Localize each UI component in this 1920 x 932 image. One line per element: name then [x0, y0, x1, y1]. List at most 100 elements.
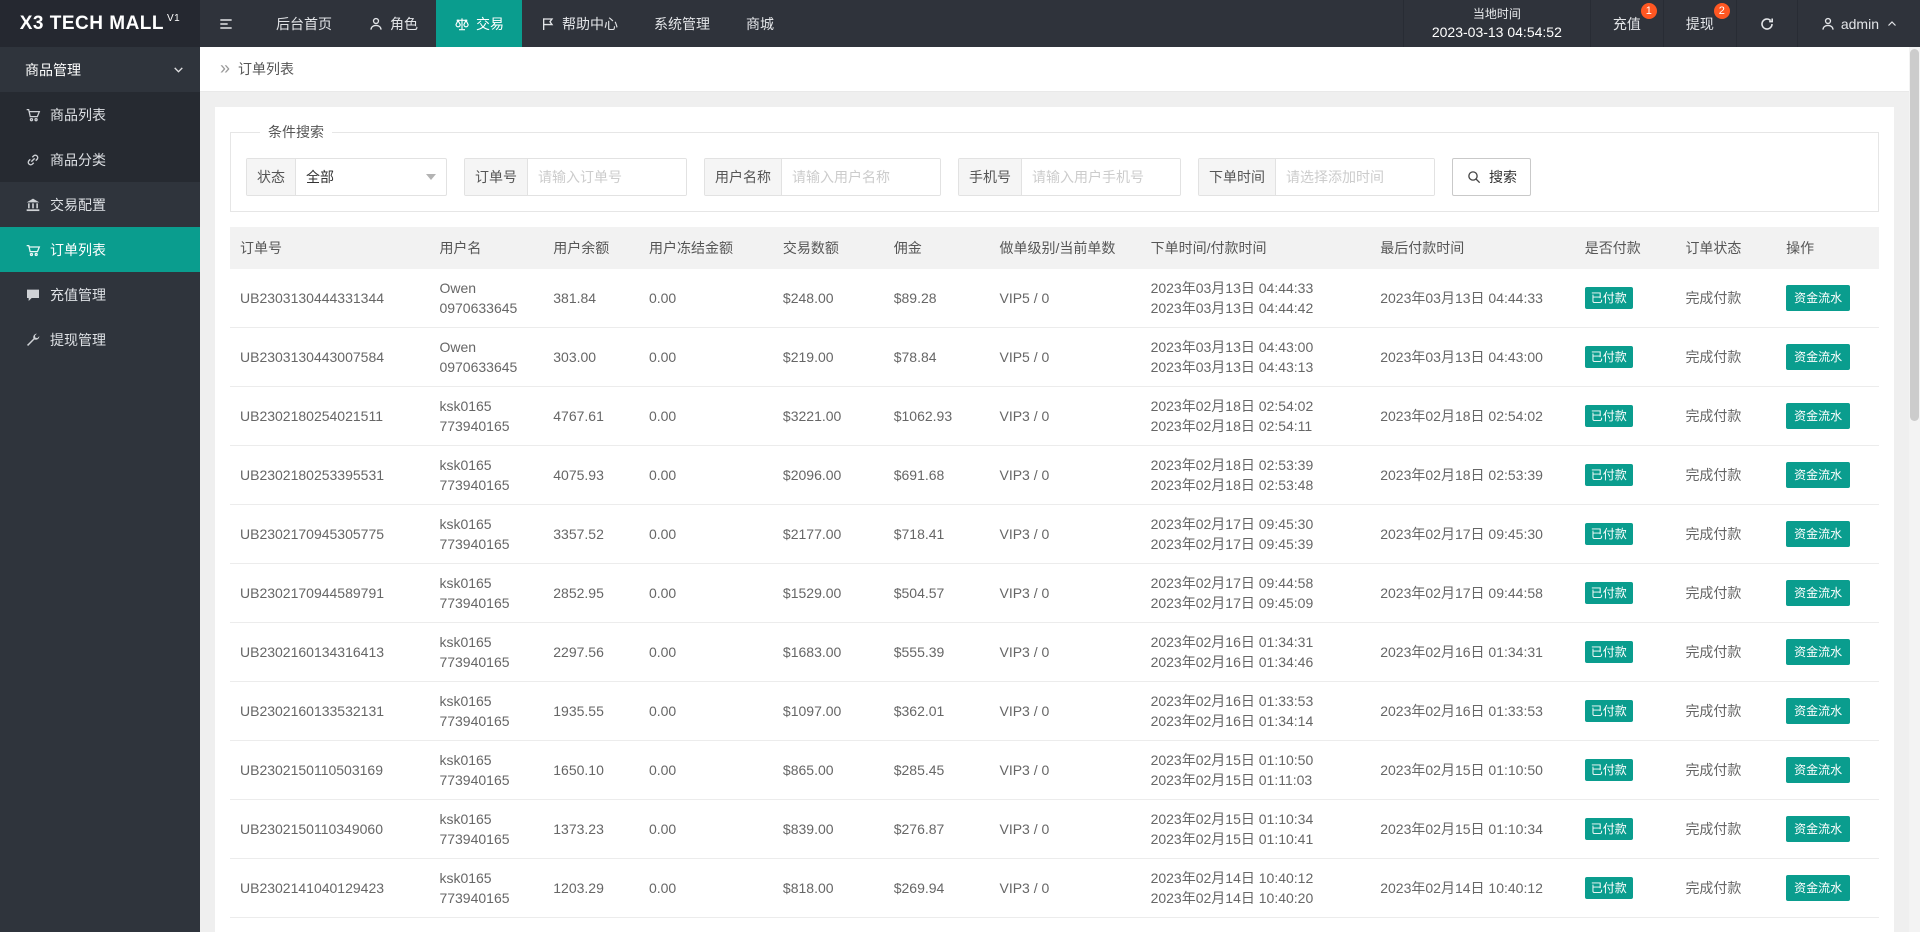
user-name: ksk0165: [439, 634, 492, 650]
order-no-input[interactable]: [528, 159, 686, 195]
sidebar-item-order-list[interactable]: 订单列表: [0, 227, 200, 272]
order-time-filter-group: 下单时间: [1198, 158, 1435, 196]
nav-item-home[interactable]: 后台首页: [258, 0, 350, 47]
cell-status: 完成付款: [1675, 386, 1777, 446]
cell-status: 完成付款: [1675, 445, 1777, 505]
cell-commission: $78.84: [883, 327, 990, 387]
cell-status: 完成付款: [1675, 504, 1777, 564]
col-order-time: 下单时间/付款时间: [1140, 227, 1371, 269]
phone-input[interactable]: [1022, 159, 1180, 195]
collapse-sidebar-button[interactable]: [200, 0, 258, 47]
flag-icon: [540, 16, 556, 32]
main-nav: 后台首页 角色 交易 帮助中心 系统管理 商城: [200, 0, 792, 47]
nav-item-trade[interactable]: 交易: [436, 0, 522, 47]
sidebar-group-goods[interactable]: 商品管理: [0, 47, 200, 92]
cell-level: VIP3 / 0: [989, 681, 1141, 741]
cell-balance: 1650.10: [543, 740, 639, 800]
refresh-icon: [1759, 16, 1775, 32]
nav-item-help-center[interactable]: 帮助中心: [522, 0, 636, 47]
order-time-input[interactable]: [1276, 159, 1434, 195]
cell-level: VIP3 / 0: [989, 504, 1141, 564]
cell-action: 资金流水: [1776, 799, 1879, 859]
cell-balance: 381.84: [543, 269, 639, 328]
col-frozen: 用户冻结金额: [638, 227, 773, 269]
user-name: ksk0165: [439, 811, 492, 827]
cell-order-no: UB2303130443007584: [230, 327, 430, 387]
pay-time: 2023年02月17日 09:45:39: [1150, 536, 1314, 552]
sidebar-item-label: 商品分类: [50, 151, 106, 168]
cell-amount: $839.00: [772, 799, 884, 859]
sidebar-item-trade-config[interactable]: 交易配置: [0, 182, 200, 227]
cell-last-pay-time: 2023年02月15日 01:10:50: [1370, 740, 1575, 800]
refresh-button[interactable]: [1735, 0, 1797, 47]
sidebar-item-goods-category[interactable]: 商品分类: [0, 137, 200, 182]
fund-flow-button[interactable]: 资金流水: [1786, 816, 1851, 842]
fund-flow-button[interactable]: 资金流水: [1786, 521, 1851, 547]
sidebar-item-recharge-manage[interactable]: 充值管理: [0, 272, 200, 317]
sidebar-item-label: 订单列表: [50, 241, 106, 258]
col-user-name: 用户名: [429, 227, 544, 269]
fund-flow-button[interactable]: 资金流水: [1786, 875, 1851, 901]
nav-item-system[interactable]: 系统管理: [636, 0, 728, 47]
cell-frozen: 0.00: [638, 563, 773, 623]
cell-last-pay-time: 2023年02月17日 09:44:58: [1370, 563, 1575, 623]
order-time: 2023年02月18日 02:54:02: [1150, 398, 1314, 414]
status-select[interactable]: 全部: [296, 159, 446, 195]
table-row: UB2302150110503169 ksk0165 773940165 165…: [230, 740, 1879, 800]
nav-label: 商城: [746, 15, 774, 32]
user-name: ksk0165: [439, 457, 492, 473]
fund-flow-button[interactable]: 资金流水: [1786, 698, 1851, 724]
cell-level: VIP3 / 0: [989, 563, 1141, 623]
cell-paid: 已付款: [1574, 269, 1676, 328]
recharge-badge: 1: [1640, 3, 1657, 19]
scrollbar-thumb[interactable]: [1910, 49, 1919, 421]
sidebar-item-goods-list[interactable]: 商品列表: [0, 92, 200, 137]
page-scrollbar[interactable]: [1909, 47, 1920, 932]
cell-action: 资金流水: [1776, 504, 1879, 564]
cell-order-time: 2023年02月17日 09:45:30 2023年02月17日 09:45:3…: [1140, 504, 1371, 564]
nav-item-recharge[interactable]: 充值 1: [1589, 0, 1663, 47]
pay-time: 2023年02月17日 09:45:09: [1150, 595, 1314, 611]
table-row: UB2302180253395531 ksk0165 773940165 407…: [230, 445, 1879, 505]
cell-order-time: 2023年02月14日 10:40:12 2023年02月14日 10:40:2…: [1140, 858, 1371, 918]
user-account: 773940165: [439, 654, 510, 670]
search-button-label: 搜索: [1489, 169, 1517, 185]
fund-flow-button[interactable]: 资金流水: [1786, 285, 1851, 311]
cell-amount: $1529.00: [772, 563, 884, 623]
cell-last-pay-time: 2023年02月16日 01:34:31: [1370, 622, 1575, 682]
cell-last-pay-time: 2023年03月13日 04:44:33: [1370, 269, 1575, 328]
search-icon: [1468, 171, 1481, 184]
sidebar-item-withdraw-manage[interactable]: 提现管理: [0, 317, 200, 362]
cell-paid: 已付款: [1574, 622, 1676, 682]
nav-item-withdraw[interactable]: 提现 2: [1662, 0, 1736, 47]
fund-flow-button[interactable]: 资金流水: [1786, 639, 1851, 665]
cell-balance: 2297.56: [543, 622, 639, 682]
fund-flow-button[interactable]: 资金流水: [1786, 403, 1851, 429]
fund-flow-button[interactable]: 资金流水: [1786, 344, 1851, 370]
cell-user: ksk0165 773940165: [429, 858, 544, 918]
cell-level: VIP3 / 0: [989, 445, 1141, 505]
cell-frozen: 0.00: [638, 445, 773, 505]
order-time: 2023年02月17日 09:44:58: [1150, 575, 1314, 591]
fund-flow-button[interactable]: 资金流水: [1786, 580, 1851, 606]
cell-frozen: 0.00: [638, 386, 773, 446]
user-name: ksk0165: [439, 870, 492, 886]
user-name-filter-group: 用户名称: [704, 158, 941, 196]
nav-item-mall[interactable]: 商城: [728, 0, 792, 47]
nav-item-role[interactable]: 角色: [350, 0, 436, 47]
user-menu[interactable]: admin: [1796, 0, 1920, 47]
scale-icon: [454, 16, 470, 32]
user-name: Owen: [439, 339, 477, 355]
cell-paid: 已付款: [1574, 858, 1676, 918]
user-account: 773940165: [439, 477, 510, 493]
order-time: 2023年02月15日 01:10:50: [1150, 752, 1314, 768]
search-button[interactable]: 搜索: [1452, 158, 1531, 196]
table-row: UB2302160134316413 ksk0165 773940165 229…: [230, 622, 1879, 682]
fund-flow-button[interactable]: 资金流水: [1786, 757, 1851, 783]
withdraw-label: 提现: [1685, 15, 1714, 32]
user-name-input[interactable]: [782, 159, 940, 195]
breadcrumb-current: 订单列表: [238, 61, 295, 77]
fund-flow-button[interactable]: 资金流水: [1786, 462, 1851, 488]
cell-order-time: 2023年02月15日 01:10:50 2023年02月15日 01:11:0…: [1140, 740, 1371, 800]
user-name: ksk0165: [439, 693, 492, 709]
